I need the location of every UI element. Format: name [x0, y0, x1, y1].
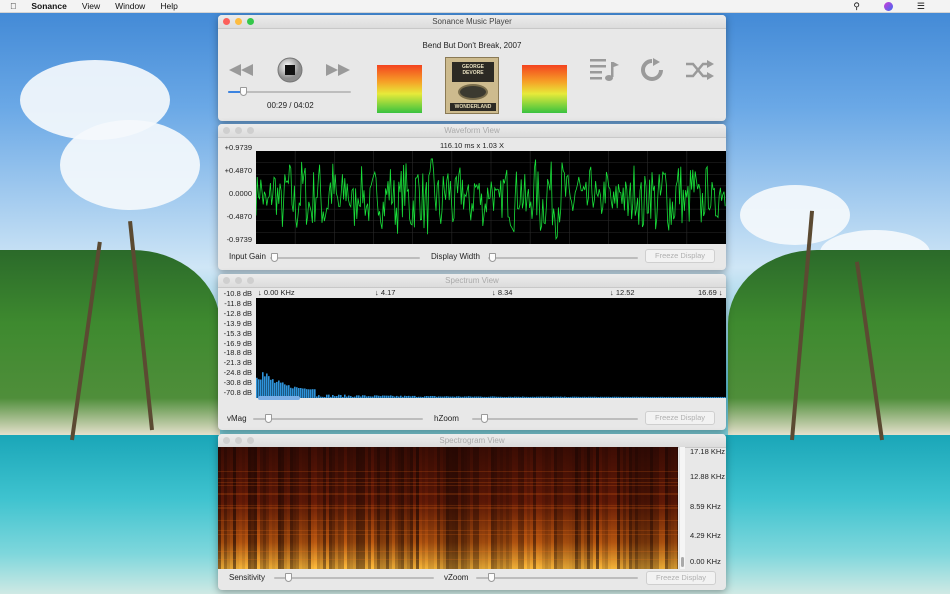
y-label: -0.4870 — [226, 212, 252, 221]
sensitivity-label: Sensitivity — [229, 573, 266, 582]
apple-menu-icon[interactable]:  — [10, 1, 16, 11]
stop-icon[interactable] — [277, 57, 303, 83]
freq-label: 0.00 KHz — [690, 557, 721, 566]
y-label: -0.9739 — [226, 235, 252, 244]
waveform-scale-readout: 116.10 ms x 1.03 X — [439, 141, 505, 150]
db-label: -21.3 dB — [223, 358, 252, 368]
siri-icon[interactable] — [883, 2, 893, 11]
song-title: Bend But Don't Break, 2007 — [422, 41, 522, 50]
hzoom-label: hZoom — [434, 414, 459, 423]
display-width-slider[interactable] — [488, 257, 638, 259]
spectrum-view-window: Spectrum View ↓ 0.00 KHz ↓ 4.17 ↓ 8.34 ↓… — [218, 274, 726, 430]
y-label: 0.0000 — [229, 189, 252, 198]
fast-forward-icon[interactable] — [326, 63, 350, 77]
shuffle-icon[interactable] — [686, 60, 714, 80]
spectrum-display — [256, 298, 726, 398]
db-label: -15.3 dB — [223, 328, 252, 338]
y-label: +0.4870 — [224, 166, 252, 175]
close-button[interactable] — [223, 18, 230, 25]
display-width-label: Display Width — [431, 252, 480, 261]
freq-label: 12.88 KHz — [690, 472, 726, 481]
freeze-display-button[interactable]: Freeze Display — [645, 411, 715, 425]
window-title: Sonance Music Player — [432, 17, 512, 26]
minimize-button[interactable] — [235, 18, 242, 25]
zoom-button[interactable] — [247, 437, 254, 444]
vzoom-slider[interactable] — [476, 577, 638, 579]
player-titlebar: Sonance Music Player — [218, 15, 726, 29]
freq-label: ↓ 4.17 — [375, 288, 396, 297]
minimize-button[interactable] — [235, 277, 242, 284]
vmag-slider[interactable] — [253, 418, 423, 420]
db-label: -70.8 dB — [223, 388, 252, 397]
window-title: Waveform View — [444, 126, 500, 135]
minimize-button[interactable] — [235, 437, 242, 444]
vzoom-knob[interactable] — [488, 573, 495, 582]
seek-knob[interactable] — [239, 87, 247, 96]
menu-view[interactable]: View — [82, 1, 100, 11]
hzoom-slider[interactable] — [472, 418, 638, 420]
spectrogram-view-window: Spectrogram View 17.18 KHz 12.88 KHz 8.5… — [218, 434, 726, 590]
repeat-icon[interactable] — [640, 58, 664, 82]
waveform-display — [256, 151, 726, 244]
rewind-icon[interactable] — [229, 63, 253, 77]
freq-label: 17.18 KHz — [690, 447, 726, 456]
vu-meter-left — [377, 65, 422, 113]
hzoom-knob[interactable] — [481, 414, 488, 423]
close-button[interactable] — [223, 437, 230, 444]
spectrogram-titlebar: Spectrogram View — [218, 434, 726, 448]
waveform-titlebar: Waveform View — [218, 124, 726, 138]
waveform-view-window: Waveform View 116.10 ms x 1.03 X +0.9739… — [218, 124, 726, 270]
freq-label: ↓ 0.00 KHz — [258, 288, 295, 297]
spectrum-scrollbar[interactable] — [258, 396, 300, 400]
sensitivity-slider[interactable] — [274, 577, 434, 579]
app-menu[interactable]: Sonance — [31, 1, 66, 11]
window-title: Spectrogram View — [439, 436, 505, 445]
vmag-label: vMag — [227, 414, 247, 423]
zoom-button[interactable] — [247, 277, 254, 284]
minimize-button[interactable] — [235, 127, 242, 134]
spectrogram-display — [218, 447, 678, 569]
close-button[interactable] — [223, 127, 230, 134]
db-label: -11.8 dB — [224, 298, 252, 308]
playlist-icon[interactable] — [590, 57, 620, 83]
db-label: -24.8 dB — [223, 368, 252, 378]
freq-label: ↓ 12.52 — [610, 288, 635, 297]
vzoom-label: vZoom — [444, 573, 469, 582]
display-width-knob[interactable] — [489, 253, 496, 262]
y-label: +0.9739 — [224, 143, 252, 152]
close-button[interactable] — [223, 277, 230, 284]
window-title: Spectrum View — [445, 276, 499, 285]
vmag-knob[interactable] — [265, 414, 272, 423]
spotlight-search-icon[interactable]: ⚲ — [853, 1, 860, 12]
freeze-display-button[interactable]: Freeze Display — [646, 571, 716, 585]
menu-bar:  Sonance View Window Help ⚲ ☰ — [0, 0, 950, 13]
zoom-button[interactable] — [247, 18, 254, 25]
input-gain-knob[interactable] — [271, 253, 278, 262]
freq-label: ↓ 8.34 — [492, 288, 513, 297]
zoom-button[interactable] — [247, 127, 254, 134]
input-gain-slider[interactable] — [270, 257, 420, 259]
sensitivity-knob[interactable] — [285, 573, 292, 582]
db-label: -16.9 dB — [223, 338, 252, 348]
menu-help[interactable]: Help — [160, 1, 177, 11]
freq-label: 8.59 KHz — [690, 502, 721, 511]
spectrum-titlebar: Spectrum View — [218, 274, 726, 288]
freeze-display-button[interactable]: Freeze Display — [645, 249, 715, 263]
db-label: -10.8 dB — [223, 289, 252, 298]
album-art: GEORGE DEVORE WONDERLAND — [445, 57, 499, 114]
menu-window[interactable]: Window — [115, 1, 145, 11]
db-label: -18.8 dB — [223, 348, 252, 358]
db-label: -30.8 dB — [223, 378, 252, 388]
db-label: -13.9 dB — [223, 318, 252, 328]
playback-time: 00:29 / 04:02 — [267, 101, 314, 110]
vu-meter-right — [522, 65, 567, 113]
db-label: -12.8 dB — [223, 308, 252, 318]
freq-label: 16.69 ↓ — [698, 288, 723, 297]
music-player-window: Sonance Music Player Bend But Don't Brea… — [218, 15, 726, 121]
input-gain-label: Input Gain — [229, 252, 266, 261]
freq-label: 4.29 KHz — [690, 531, 721, 540]
notification-center-icon[interactable]: ☰ — [917, 1, 925, 12]
spectrogram-scrollbar[interactable] — [679, 447, 685, 569]
